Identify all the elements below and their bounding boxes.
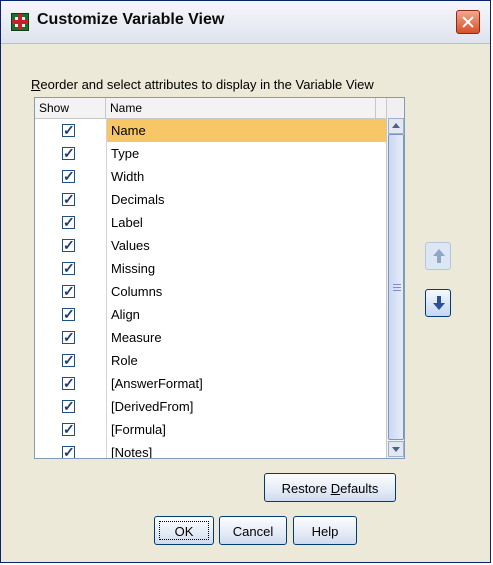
cancel-button[interactable]: Cancel (219, 516, 287, 545)
show-checkbox[interactable] (62, 214, 75, 231)
attribute-row[interactable]: Width (35, 165, 386, 188)
restore-label-rest: efaults (340, 481, 379, 496)
show-checkbox[interactable] (62, 145, 75, 162)
attribute-rows: NameTypeWidthDecimalsLabelValuesMissingC… (35, 119, 386, 458)
show-checkbox[interactable] (62, 191, 75, 208)
attribute-name: [Notes] (106, 441, 386, 458)
attribute-name: Measure (106, 326, 386, 349)
show-checkbox[interactable] (62, 306, 75, 323)
show-checkbox[interactable] (62, 260, 75, 277)
instruction-rest: eorder and select attributes to display … (40, 77, 374, 92)
show-checkbox[interactable] (62, 398, 75, 415)
attribute-name: Align (106, 303, 386, 326)
attribute-name: Decimals (106, 188, 386, 211)
attribute-row[interactable]: Missing (35, 257, 386, 280)
attribute-name: Values (106, 234, 386, 257)
scroll-grip-line (393, 287, 401, 288)
restore-defaults-button[interactable]: Restore Defaults (264, 473, 396, 502)
attribute-name: Name (106, 119, 386, 142)
column-header-name[interactable]: Name (106, 98, 376, 118)
attribute-row[interactable]: Label (35, 211, 386, 234)
attributes-list[interactable]: Show Name NameTypeWidthDecimalsLabelValu… (34, 97, 405, 459)
show-checkbox[interactable] (62, 375, 75, 392)
scroll-thumb[interactable] (388, 134, 404, 440)
show-checkbox[interactable] (62, 283, 75, 300)
attribute-name: [DerivedFrom] (106, 395, 386, 418)
attribute-row[interactable]: Decimals (35, 188, 386, 211)
attribute-name: Columns (106, 280, 386, 303)
attribute-row[interactable]: Measure (35, 326, 386, 349)
attribute-row[interactable]: [Formula] (35, 418, 386, 441)
title-bar[interactable]: Customize Variable View (1, 1, 490, 44)
restore-label-prefix: Restore (281, 481, 331, 496)
move-down-button[interactable] (425, 289, 451, 317)
show-checkbox[interactable] (62, 329, 75, 346)
list-header: Show Name (35, 98, 386, 119)
attribute-row[interactable]: [DerivedFrom] (35, 395, 386, 418)
help-button[interactable]: Help (293, 516, 357, 545)
arrow-up-icon (432, 249, 446, 263)
customize-variable-view-dialog: Customize Variable View Reorder and sele… (0, 0, 491, 563)
attribute-name: Missing (106, 257, 386, 280)
vertical-scrollbar[interactable] (386, 98, 404, 458)
attribute-row[interactable]: Columns (35, 280, 386, 303)
attribute-name: [AnswerFormat] (106, 372, 386, 395)
attribute-row[interactable]: Name (35, 119, 386, 142)
scroll-grip-line (393, 284, 401, 285)
show-checkbox[interactable] (62, 444, 75, 458)
show-checkbox[interactable] (62, 237, 75, 254)
column-header-show[interactable]: Show (35, 98, 106, 118)
move-up-button[interactable] (425, 242, 451, 270)
scroll-down-button[interactable] (388, 441, 404, 457)
scroll-up-button[interactable] (388, 118, 404, 134)
attribute-name: Width (106, 165, 386, 188)
close-button[interactable] (456, 10, 480, 34)
spss-app-icon (11, 13, 29, 31)
scroll-grip-line (393, 290, 401, 291)
ok-button[interactable]: OK (154, 516, 214, 545)
attribute-row[interactable]: Role (35, 349, 386, 372)
show-checkbox[interactable] (62, 122, 75, 139)
attribute-row[interactable]: Type (35, 142, 386, 165)
attribute-row[interactable]: Align (35, 303, 386, 326)
attribute-row[interactable]: [Notes] (35, 441, 386, 458)
restore-label-accelerator: D (330, 481, 341, 496)
show-checkbox[interactable] (62, 168, 75, 185)
attribute-name: Role (106, 349, 386, 372)
attribute-name: Type (106, 142, 386, 165)
attribute-row[interactable]: [AnswerFormat] (35, 372, 386, 395)
show-checkbox[interactable] (62, 352, 75, 369)
arrow-down-icon (432, 296, 446, 310)
attribute-name: [Formula] (106, 418, 386, 441)
instruction-text: Reorder and select attributes to display… (31, 77, 374, 92)
dialog-title: Customize Variable View (37, 11, 225, 28)
show-checkbox[interactable] (62, 421, 75, 438)
attribute-name: Label (106, 211, 386, 234)
instruction-accelerator: R (31, 77, 41, 92)
attribute-row[interactable]: Values (35, 234, 386, 257)
